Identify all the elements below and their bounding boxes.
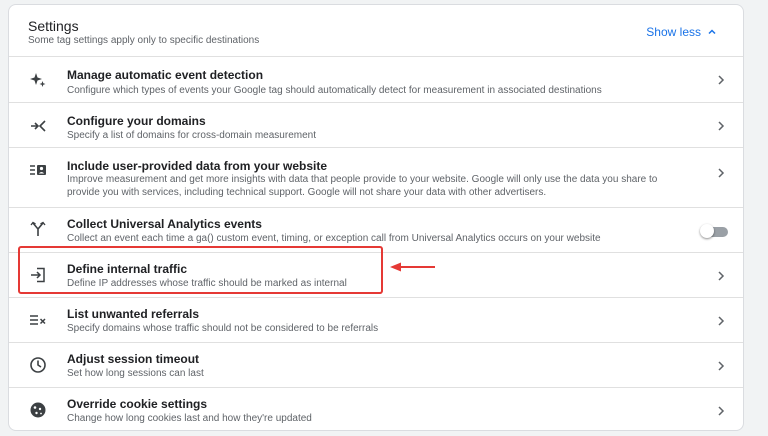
highlight-box bbox=[18, 246, 383, 294]
universal-analytics-toggle[interactable] bbox=[700, 224, 730, 238]
setting-description: Improve measurement and get more insight… bbox=[67, 174, 658, 198]
setting-description: Specify a list of domains for cross-doma… bbox=[67, 130, 316, 141]
sparkle-icon bbox=[29, 71, 47, 89]
setting-row-automatic-event-detection[interactable]: Manage automatic event detection Configu… bbox=[9, 57, 743, 103]
setting-title: Configure your domains bbox=[67, 114, 206, 128]
setting-row-cookie-settings[interactable]: Override cookie settings Change how long… bbox=[9, 388, 743, 430]
toggle-knob bbox=[700, 224, 714, 238]
chevron-right-icon bbox=[718, 406, 725, 416]
setting-title: List unwanted referrals bbox=[67, 307, 200, 321]
chevron-right-icon bbox=[718, 121, 725, 131]
chevron-right-icon bbox=[718, 316, 725, 326]
show-less-label: Show less bbox=[646, 25, 701, 39]
setting-row-session-timeout[interactable]: Adjust session timeout Set how long sess… bbox=[9, 343, 743, 388]
list-remove-icon bbox=[29, 311, 47, 329]
page-title: Settings bbox=[28, 18, 79, 34]
chevron-right-icon bbox=[718, 361, 725, 371]
chevron-right-icon bbox=[718, 75, 725, 85]
setting-description: Collect an event each time a ga() custom… bbox=[67, 233, 601, 244]
settings-header: Settings Some tag settings apply only to… bbox=[9, 5, 743, 57]
setting-title: Include user-provided data from your web… bbox=[67, 159, 328, 173]
setting-title: Adjust session timeout bbox=[67, 352, 200, 366]
setting-row-configure-domains[interactable]: Configure your domains Specify a list of… bbox=[9, 103, 743, 148]
settings-card: Settings Some tag settings apply only to… bbox=[8, 4, 744, 431]
page-subtitle: Some tag settings apply only to specific… bbox=[28, 35, 260, 46]
show-less-button[interactable]: Show less bbox=[646, 25, 717, 39]
cookie-icon bbox=[29, 401, 47, 419]
fork-icon bbox=[29, 220, 47, 238]
setting-description: Configure which types of events your Goo… bbox=[67, 85, 602, 96]
setting-row-unwanted-referrals[interactable]: List unwanted referrals Specify domains … bbox=[9, 298, 743, 343]
chevron-up-icon bbox=[708, 29, 716, 35]
setting-title: Override cookie settings bbox=[67, 397, 208, 411]
user-data-list-icon bbox=[29, 161, 47, 179]
setting-description: Specify domains whose traffic should not… bbox=[67, 323, 379, 334]
setting-title: Manage automatic event detection bbox=[67, 68, 264, 82]
clock-icon bbox=[29, 356, 47, 374]
domain-merge-icon bbox=[29, 117, 47, 135]
chevron-right-icon bbox=[718, 168, 725, 178]
setting-description: Set how long sessions can last bbox=[67, 368, 204, 379]
setting-description: Change how long cookies last and how the… bbox=[67, 413, 312, 424]
annotation-arrow bbox=[390, 262, 435, 272]
setting-row-user-provided-data[interactable]: Include user-provided data from your web… bbox=[9, 148, 743, 208]
chevron-right-icon bbox=[718, 271, 725, 281]
setting-title: Collect Universal Analytics events bbox=[67, 217, 262, 231]
